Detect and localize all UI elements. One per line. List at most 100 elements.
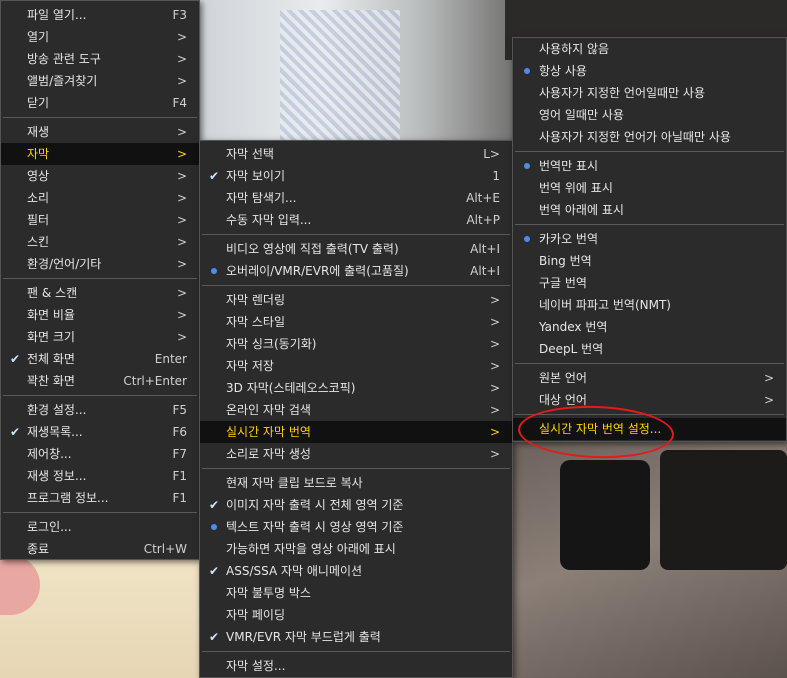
- subtitle_menu-item[interactable]: 자막 스타일 >: [200, 311, 512, 333]
- menu-item-shortcut: F4: [172, 96, 187, 110]
- menu-item-label: 자막 불투명 박스: [226, 586, 311, 600]
- translate_menu-item[interactable]: 실시간 자막 번역 설정...: [513, 418, 786, 440]
- menu-item-label: 번역 아래에 표시: [539, 203, 624, 217]
- main_menu-item[interactable]: 스킨 >: [1, 231, 199, 253]
- subtitle_menu-item[interactable]: ✔ VMR/EVR 자막 부드럽게 출력: [200, 626, 512, 648]
- subtitle_menu-item[interactable]: 3D 자막(스테레오스코픽) >: [200, 377, 512, 399]
- main_menu-item[interactable]: 재생 정보... F1: [1, 465, 199, 487]
- subtitle_menu-item[interactable]: 가능하면 자막을 영상 아래에 표시: [200, 538, 512, 560]
- main_menu-item[interactable]: 소리 >: [1, 187, 199, 209]
- subtitle_menu-item[interactable]: 온라인 자막 검색 >: [200, 399, 512, 421]
- subtitle_menu-item[interactable]: 오버레이/VMR/EVR에 출력(고품질) Alt+I: [200, 260, 512, 282]
- translate_menu-item[interactable]: 사용자가 지정한 언어일때만 사용: [513, 82, 786, 104]
- menu-separator: [202, 234, 510, 235]
- subtitle_menu-item[interactable]: 비디오 영상에 직접 출력(TV 출력) Alt+I: [200, 238, 512, 260]
- main_menu-item[interactable]: 종료 Ctrl+W: [1, 538, 199, 560]
- main_menu-item[interactable]: 재생 >: [1, 121, 199, 143]
- subtitle_menu-item[interactable]: 자막 싱크(동기화) >: [200, 333, 512, 355]
- main_menu-item[interactable]: 열기 >: [1, 26, 199, 48]
- translate_menu-item[interactable]: 사용자가 지정한 언어가 아닐때만 사용: [513, 126, 786, 148]
- main_menu-item[interactable]: 로그인...: [1, 516, 199, 538]
- subtitle_menu-item[interactable]: 자막 저장 >: [200, 355, 512, 377]
- translate_menu-item[interactable]: 네이버 파파고 번역(NMT): [513, 294, 786, 316]
- subtitle-submenu: 자막 선택 L> ✔ 자막 보이기 1 자막 탐색기... Alt+E 수동 자막 입력...…: [199, 140, 513, 678]
- menu-item-label: DeepL 번역: [539, 342, 604, 356]
- main_menu-item[interactable]: 필터 >: [1, 209, 199, 231]
- checkmark-icon: ✔: [9, 425, 21, 439]
- menu-item-label: 파일 열기...: [27, 8, 87, 22]
- translate_menu-item[interactable]: 원본 언어 >: [513, 367, 786, 389]
- main_menu-item[interactable]: ✔ 전체 화면 Enter: [1, 348, 199, 370]
- subtitle_menu-item[interactable]: 현재 자막 클립 보드로 복사: [200, 472, 512, 494]
- menu-separator: [515, 414, 784, 415]
- translate_menu-item[interactable]: 영어 일때만 사용: [513, 104, 786, 126]
- main_menu-item[interactable]: 프로그램 정보... F1: [1, 487, 199, 509]
- main_menu-item[interactable]: 팬 & 스캔 >: [1, 282, 199, 304]
- main_menu-item[interactable]: ✔ 재생목록... F6: [1, 421, 199, 443]
- checkmark-icon: ✔: [208, 498, 220, 512]
- subtitle_menu-item[interactable]: 자막 선택 L>: [200, 143, 512, 165]
- menu-item-shortcut: Ctrl+Enter: [123, 374, 187, 388]
- main_menu-item[interactable]: 자막 >: [1, 143, 199, 165]
- translate_menu-item[interactable]: DeepL 번역: [513, 338, 786, 360]
- subtitle_menu-item[interactable]: 자막 설정...: [200, 655, 512, 677]
- translate_menu-item[interactable]: Bing 번역: [513, 250, 786, 272]
- subtitle_menu-item[interactable]: 소리로 자막 생성 >: [200, 443, 512, 465]
- submenu-arrow-icon: >: [489, 337, 500, 351]
- menu-item-shortcut: F1: [172, 491, 187, 505]
- subtitle_menu-item[interactable]: ✔ 자막 보이기 1: [200, 165, 512, 187]
- menu-item-label: 항상 사용: [539, 64, 587, 78]
- main_menu-item[interactable]: 화면 비율 >: [1, 304, 199, 326]
- main_menu-item[interactable]: 화면 크기 >: [1, 326, 199, 348]
- menu-item-label: 가능하면 자막을 영상 아래에 표시: [226, 542, 396, 556]
- main_menu-item[interactable]: 영상 >: [1, 165, 199, 187]
- translate_menu-item[interactable]: 번역만 표시: [513, 155, 786, 177]
- menu-item-shortcut: F3: [172, 8, 187, 22]
- main_menu-item[interactable]: 꽉찬 화면 Ctrl+Enter: [1, 370, 199, 392]
- menu-item-label: 텍스트 자막 출력 시 영상 영역 기준: [226, 520, 404, 534]
- subtitle_menu-item[interactable]: ✔ ASS/SSA 자막 애니메이션: [200, 560, 512, 582]
- subtitle_menu-item[interactable]: 실시간 자막 번역 >: [200, 421, 512, 443]
- menu-item-label: 수동 자막 입력...: [226, 213, 312, 227]
- main_menu-item[interactable]: 방송 관련 도구 >: [1, 48, 199, 70]
- menu-item-label: 팬 & 스캔: [27, 286, 78, 300]
- submenu-arrow-icon: >: [176, 74, 187, 88]
- menu-item-label: 재생: [27, 125, 50, 139]
- menu-item-label: Bing 번역: [539, 254, 592, 268]
- translate_menu-item[interactable]: 번역 아래에 표시: [513, 199, 786, 221]
- menu-separator: [3, 395, 197, 396]
- translate_menu-item[interactable]: Yandex 번역: [513, 316, 786, 338]
- menu-item-label: 온라인 자막 검색: [226, 403, 311, 417]
- main_menu-item[interactable]: 환경 설정... F5: [1, 399, 199, 421]
- checkmark-icon: ✔: [208, 564, 220, 578]
- translate_menu-item[interactable]: 대상 언어 >: [513, 389, 786, 411]
- main_menu-item[interactable]: 제어창... F7: [1, 443, 199, 465]
- main_menu-item[interactable]: 파일 열기... F3: [1, 4, 199, 26]
- menu-item-label: VMR/EVR 자막 부드럽게 출력: [226, 630, 381, 644]
- subtitle_menu-item[interactable]: 자막 렌더링 >: [200, 289, 512, 311]
- menu-item-label: 실시간 자막 번역 설정...: [539, 422, 662, 436]
- translate_menu-item[interactable]: 사용하지 않음: [513, 38, 786, 60]
- translate_menu-item[interactable]: 구글 번역: [513, 272, 786, 294]
- menu-item-label: 오버레이/VMR/EVR에 출력(고품질): [226, 264, 409, 278]
- menu-item-label: 사용자가 지정한 언어가 아닐때만 사용: [539, 130, 731, 144]
- menu-item-label: 방송 관련 도구: [27, 52, 101, 66]
- translate_menu-item[interactable]: 번역 위에 표시: [513, 177, 786, 199]
- menu-separator: [3, 117, 197, 118]
- submenu-arrow-icon: >: [489, 447, 500, 461]
- subtitle_menu-item[interactable]: 텍스트 자막 출력 시 영상 영역 기준: [200, 516, 512, 538]
- subtitle_menu-item[interactable]: ✔ 이미지 자막 출력 시 전체 영역 기준: [200, 494, 512, 516]
- translate_menu-item[interactable]: 카카오 번역: [513, 228, 786, 250]
- main_menu-item[interactable]: 환경/언어/기타 >: [1, 253, 199, 275]
- subtitle_menu-item[interactable]: 자막 탐색기... Alt+E: [200, 187, 512, 209]
- subtitle_menu-item[interactable]: 자막 페이딩: [200, 604, 512, 626]
- submenu-arrow-icon: >: [176, 147, 187, 161]
- submenu-arrow-icon: >: [489, 403, 500, 417]
- subtitle_menu-item[interactable]: 자막 불투명 박스: [200, 582, 512, 604]
- main_menu-item[interactable]: 앨범/즐겨찾기 >: [1, 70, 199, 92]
- main_menu-item[interactable]: 닫기 F4: [1, 92, 199, 114]
- subtitle_menu-item[interactable]: 수동 자막 입력... Alt+P: [200, 209, 512, 231]
- menu-item-label: 번역 위에 표시: [539, 181, 613, 195]
- menu-separator: [202, 468, 510, 469]
- translate_menu-item[interactable]: 항상 사용: [513, 60, 786, 82]
